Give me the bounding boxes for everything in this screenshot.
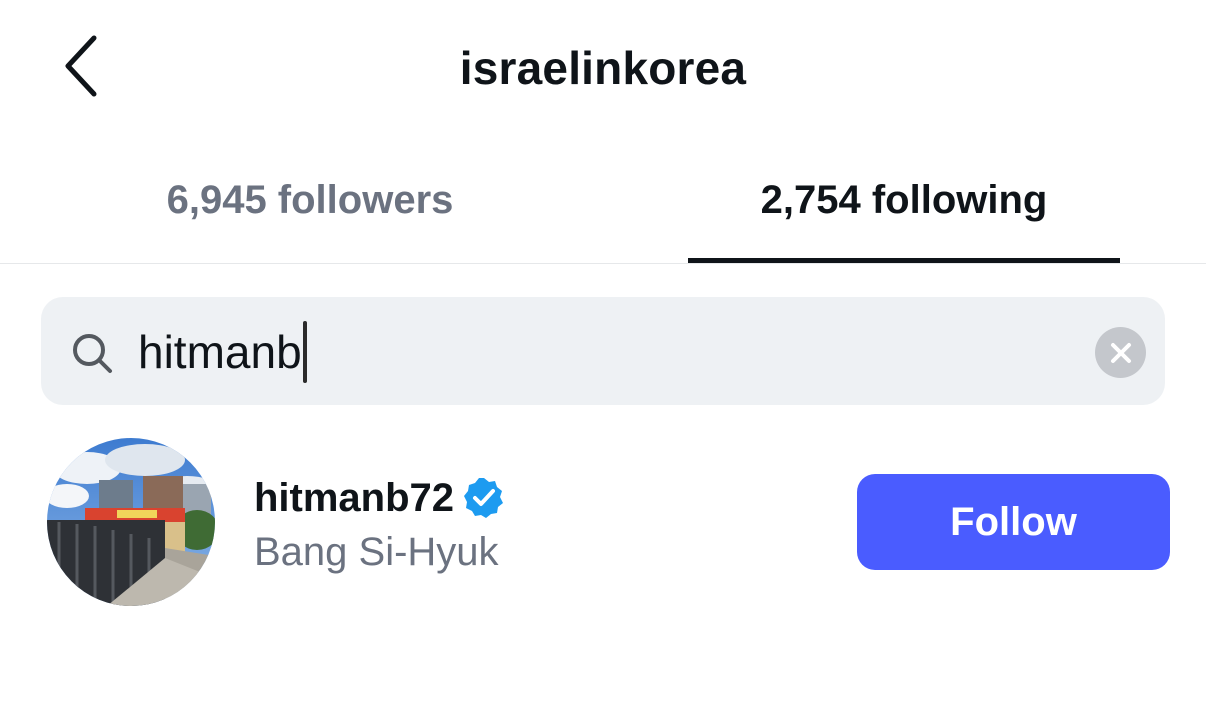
- tab-following[interactable]: 2,754 following: [688, 172, 1120, 228]
- search-icon: [73, 334, 112, 373]
- text-caret: [302, 321, 307, 383]
- header: israelinkorea: [0, 0, 1206, 136]
- list-item[interactable]: hitmanb72 Bang Si-Hyuk Follow: [0, 430, 1206, 616]
- follow-button[interactable]: Follow: [857, 474, 1170, 570]
- result-full-name: Bang Si-Hyuk: [254, 530, 499, 574]
- tab-bar: 6,945 followers 2,754 following: [0, 136, 1206, 264]
- tab-followers[interactable]: 6,945 followers: [80, 172, 540, 228]
- clear-icon: [1110, 342, 1131, 363]
- username-text: hitmanb72: [254, 476, 455, 520]
- active-tab-indicator: [688, 258, 1120, 263]
- search-input-value: hitmanb: [138, 326, 302, 378]
- result-username[interactable]: hitmanb72: [254, 472, 506, 524]
- verified-badge-icon: [464, 478, 504, 518]
- avatar[interactable]: [47, 438, 215, 606]
- search-input[interactable]: hitmanb: [138, 321, 307, 383]
- clear-search-button[interactable]: [1095, 327, 1146, 378]
- page-title: israelinkorea: [459, 42, 747, 94]
